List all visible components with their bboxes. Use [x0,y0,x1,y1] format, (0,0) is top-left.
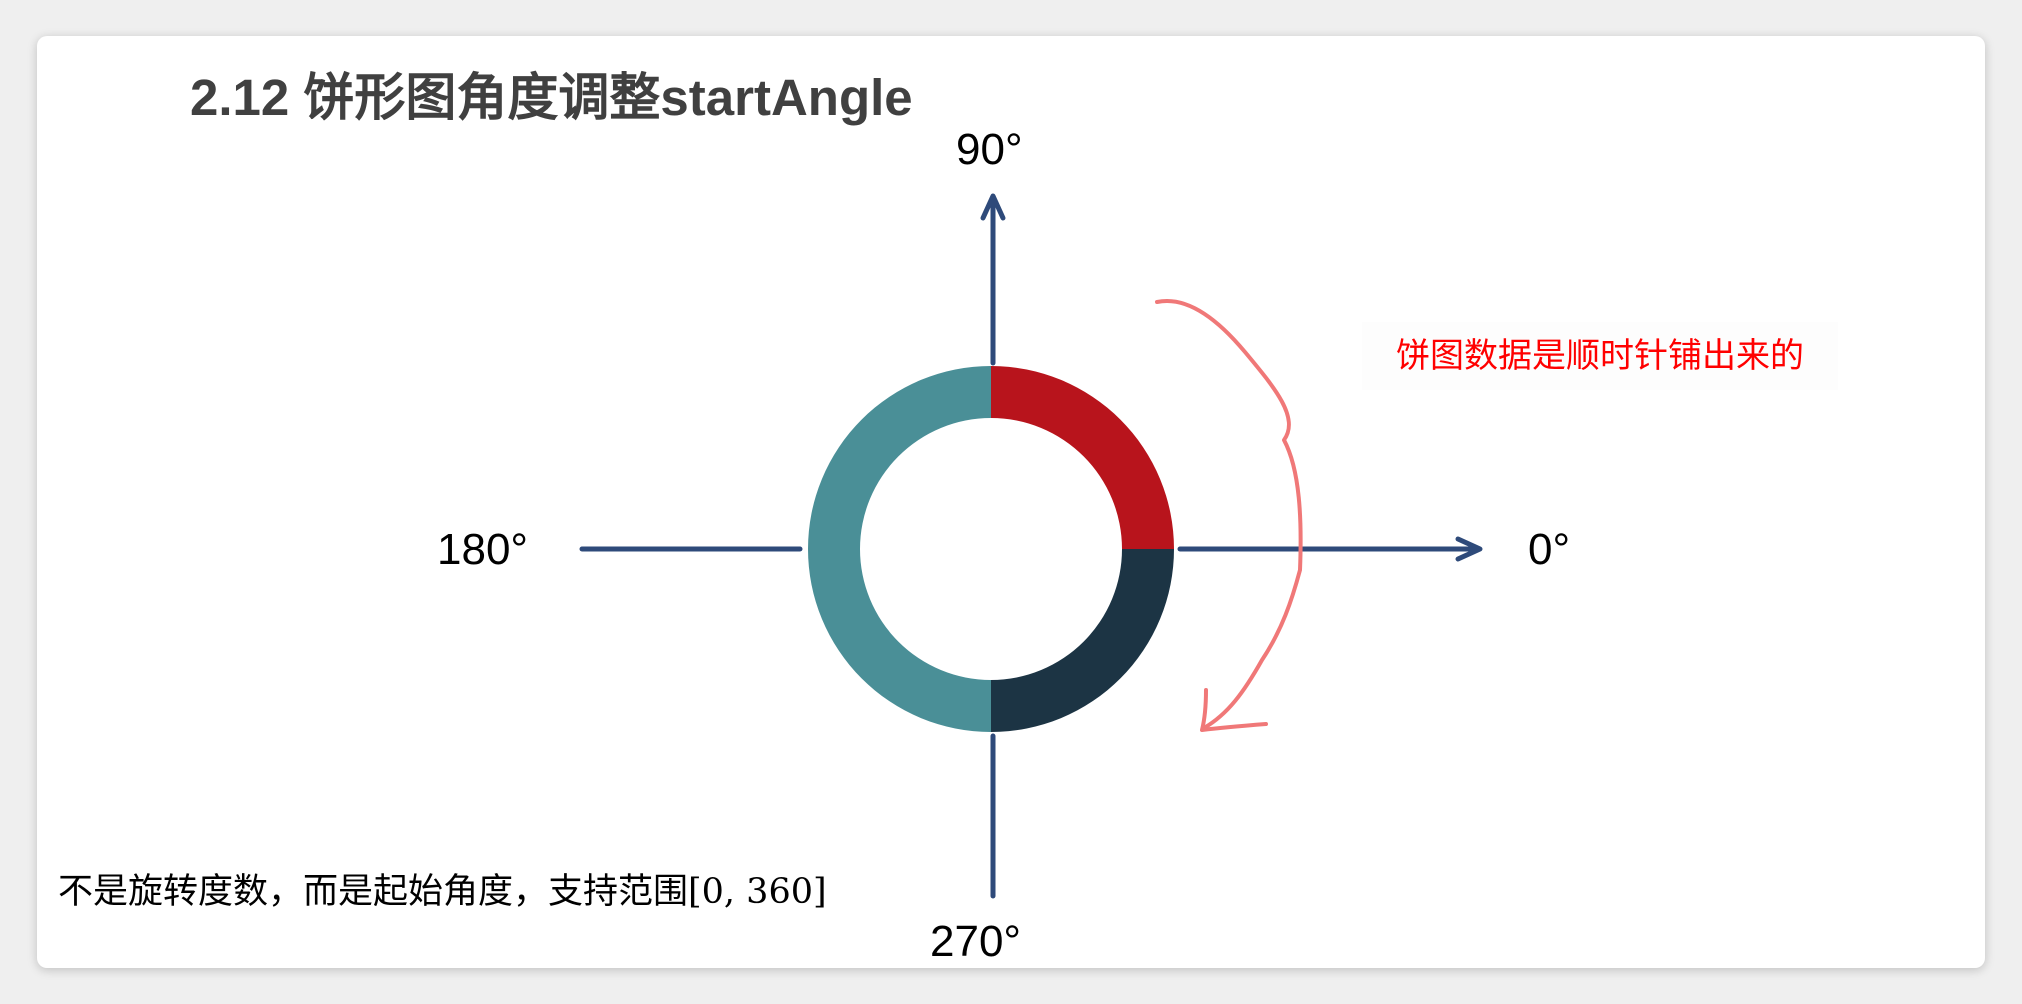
label-270-degrees: 270° [930,917,1022,966]
clockwise-arrow-annotation [1155,299,1303,730]
donut-segment-3 [808,366,991,732]
donut-segment-2 [991,549,1174,732]
donut-chart [808,366,1174,732]
clockwise-note: 饼图数据是顺时针铺出来的 [1362,322,1838,390]
label-180-degrees: 180° [437,525,529,574]
label-0-degrees: 0° [1528,525,1571,574]
start-angle-caption: 不是旋转度数，而是起始角度，支持范围[0, 360] [58,872,827,912]
label-90-degrees: 90° [956,125,1023,174]
donut-segment-1 [991,366,1174,549]
